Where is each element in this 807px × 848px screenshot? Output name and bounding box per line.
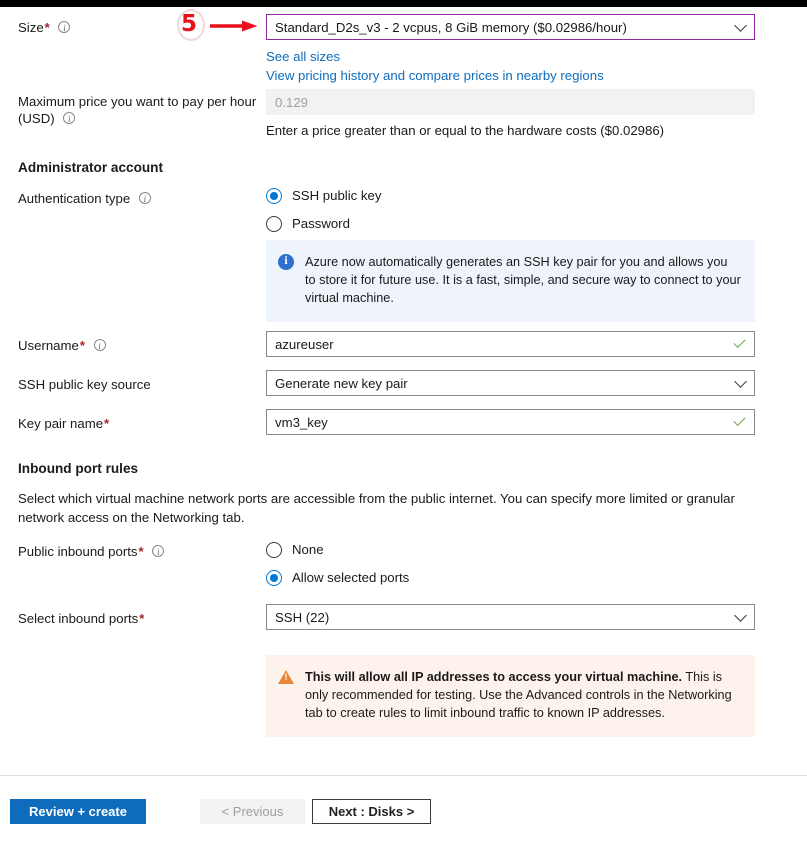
checkmark-icon [733, 413, 746, 427]
required-asterisk: * [138, 544, 144, 559]
radio-allow-selected-ports[interactable]: Allow selected ports [266, 566, 755, 589]
max-price-hint: Enter a price greater than or equal to t… [266, 123, 665, 138]
view-pricing-history-link[interactable]: View pricing history and compare prices … [266, 66, 604, 85]
checkmark-icon [733, 335, 746, 349]
annotation-number: 5 [181, 11, 198, 37]
warning-triangle-icon [278, 670, 294, 684]
info-icon[interactable] [63, 111, 76, 128]
radio-label: Allow selected ports [292, 570, 410, 585]
chevron-down-icon [734, 19, 747, 32]
info-icon[interactable] [138, 191, 151, 208]
authentication-type-label: Authentication type [18, 190, 262, 208]
azure-create-vm-basics-pane: Size* 5 Standard_D2s_v3 - 2 vcpus, 8 GiB… [0, 0, 807, 848]
administrator-account-heading: Administrator account [18, 160, 164, 175]
key-pair-name-label: Key pair name* [18, 415, 262, 432]
radio-dot-icon [266, 187, 282, 204]
key-pair-name-input[interactable]: vm3_key [266, 409, 755, 435]
size-label-text: Size [18, 20, 44, 35]
ssh-key-info-text: Azure now automatically generates an SSH… [305, 255, 741, 305]
inbound-port-rules-description: Select which virtual machine network por… [18, 491, 735, 525]
review-create-button[interactable]: Review + create [10, 799, 146, 824]
username-input[interactable]: azureuser [266, 331, 755, 357]
key-pair-name-label-text: Key pair name [18, 416, 104, 431]
size-control-group: Standard_D2s_v3 - 2 vcpus, 8 GiB memory … [266, 14, 755, 85]
username-label-text: Username [18, 338, 79, 353]
authentication-type-label-text: Authentication type [18, 191, 131, 206]
warning-bold-text: This will allow all IP addresses to acce… [305, 670, 683, 684]
select-inbound-ports-dropdown[interactable]: SSH (22) [266, 604, 755, 630]
required-asterisk: * [79, 338, 85, 353]
select-inbound-ports-control-group: SSH (22) [266, 604, 755, 630]
radio-password[interactable]: Password [266, 212, 755, 235]
public-inbound-ports-label-text: Public inbound ports [18, 544, 138, 559]
username-value: azureuser [275, 336, 334, 352]
max-price-label: Maximum price you want to pay per hour (… [18, 93, 262, 128]
size-dropdown[interactable]: Standard_D2s_v3 - 2 vcpus, 8 GiB memory … [266, 14, 755, 40]
radio-ssh-public-key[interactable]: SSH public key [266, 184, 755, 207]
radio-label: Password [292, 216, 350, 231]
select-inbound-ports-label: Select inbound ports* [18, 610, 262, 627]
inbound-ports-warning-text: This will allow all IP addresses to acce… [305, 668, 741, 722]
ssh-key-info-box: Azure now automatically generates an SSH… [266, 240, 755, 322]
username-control-group: azureuser [266, 331, 755, 357]
footer-divider [0, 775, 807, 776]
info-icon[interactable] [58, 20, 71, 37]
max-price-placeholder: 0.129 [275, 94, 309, 110]
required-asterisk: * [44, 20, 50, 35]
inbound-port-rules-heading: Inbound port rules [18, 461, 139, 476]
required-asterisk: * [139, 611, 145, 626]
top-black-bar [0, 0, 807, 7]
select-inbound-ports-value: SSH (22) [275, 609, 330, 625]
key-pair-name-control-group: vm3_key [266, 409, 755, 435]
radio-dot-icon [266, 569, 282, 586]
info-icon[interactable] [152, 544, 165, 561]
ssh-key-source-value: Generate new key pair [275, 375, 408, 391]
radio-label: None [292, 542, 324, 557]
right-arrow-icon [210, 20, 258, 32]
chevron-down-icon [734, 609, 747, 622]
previous-button[interactable]: < Previous [200, 799, 305, 824]
authentication-type-radio-group: SSH public key Password [266, 184, 755, 235]
username-label: Username* [18, 337, 262, 355]
ssh-key-source-label-text: SSH public key source [18, 377, 151, 392]
info-icon[interactable] [93, 338, 106, 355]
radio-dot-icon [266, 215, 282, 232]
ssh-key-source-control-group: Generate new key pair [266, 370, 755, 396]
see-all-sizes-link[interactable]: See all sizes [266, 47, 340, 66]
size-dropdown-value: Standard_D2s_v3 - 2 vcpus, 8 GiB memory … [275, 19, 627, 35]
max-price-control-group: 0.129 Enter a price greater than or equa… [266, 89, 755, 140]
next-disks-button[interactable]: Next : Disks > [312, 799, 431, 824]
select-inbound-ports-label-text: Select inbound ports [18, 611, 139, 626]
radio-label: SSH public key [292, 188, 382, 203]
max-price-label-line1: Maximum price you want to pay per hour [18, 94, 257, 109]
info-circle-icon [278, 253, 294, 270]
chevron-down-icon [734, 375, 747, 388]
public-inbound-ports-radio-group: None Allow selected ports [266, 538, 755, 589]
public-inbound-ports-label: Public inbound ports* [18, 543, 262, 561]
radio-none[interactable]: None [266, 538, 755, 561]
ssh-key-source-dropdown[interactable]: Generate new key pair [266, 370, 755, 396]
key-pair-name-value: vm3_key [275, 414, 328, 430]
required-asterisk: * [104, 416, 110, 431]
ssh-key-source-label: SSH public key source [18, 376, 262, 393]
inbound-ports-warning-box: This will allow all IP addresses to acce… [266, 655, 755, 737]
max-price-label-line2: (USD) [18, 111, 55, 126]
max-price-input[interactable]: 0.129 [266, 89, 755, 115]
radio-dot-icon [266, 541, 282, 558]
